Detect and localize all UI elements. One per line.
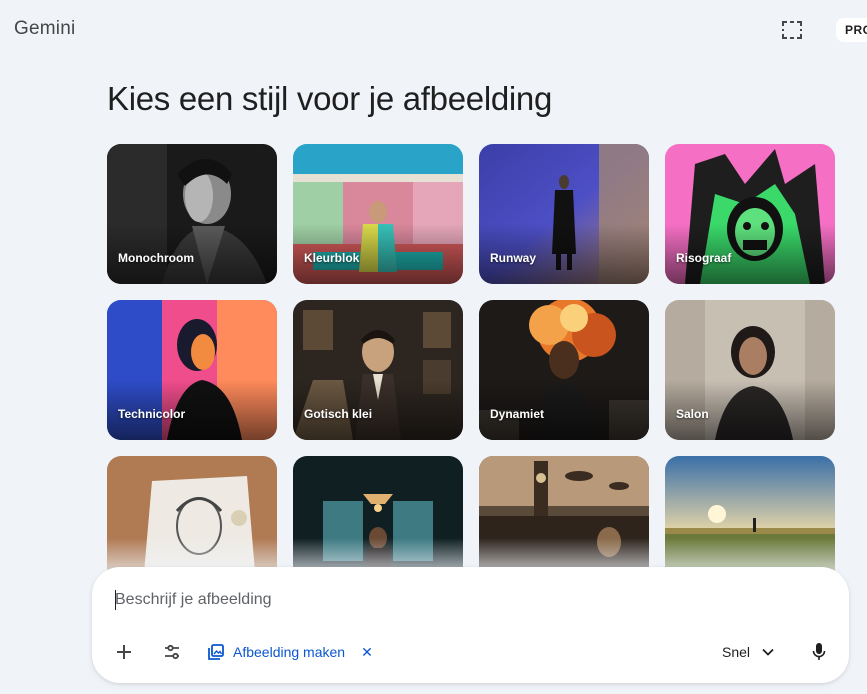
style-card-label: Dynamiet bbox=[490, 407, 545, 421]
style-card-runway[interactable]: Runway bbox=[479, 144, 649, 284]
style-card-label: Kleurblok bbox=[304, 251, 360, 265]
style-card-gotisch-klei[interactable]: Gotisch klei bbox=[293, 300, 463, 440]
pro-badge[interactable]: PRO bbox=[836, 18, 867, 42]
page-title: Kies een stijl voor je afbeelding bbox=[107, 80, 553, 117]
mode-label: Snel bbox=[722, 644, 751, 660]
style-card-label: Risograaf bbox=[676, 251, 732, 265]
mode-selector[interactable]: Snel bbox=[722, 638, 774, 666]
image-add-icon bbox=[208, 644, 224, 660]
image-tool-label: Afbeelding maken bbox=[233, 644, 346, 660]
style-card-salon[interactable]: Salon bbox=[665, 300, 835, 440]
style-card-label: Technicolor bbox=[118, 407, 186, 421]
add-button[interactable] bbox=[110, 638, 138, 666]
style-card-risograaf[interactable]: Risograaf bbox=[665, 144, 835, 284]
microphone-icon bbox=[812, 643, 826, 660]
gemini-app: Gemini PRO Kies een stijl voor je afbeel… bbox=[0, 0, 867, 694]
text-caret bbox=[115, 590, 116, 610]
style-card-dynamiet[interactable]: Dynamiet bbox=[479, 300, 649, 440]
style-card-technicolor[interactable]: Technicolor bbox=[107, 300, 277, 440]
app-brand[interactable]: Gemini bbox=[14, 18, 75, 40]
microphone-button[interactable] bbox=[805, 638, 833, 666]
plus-icon bbox=[117, 645, 131, 659]
chevron-down-icon bbox=[762, 648, 774, 656]
tune-icon bbox=[165, 644, 179, 660]
style-card-label: Salon bbox=[676, 407, 709, 421]
style-card-label: Monochroom bbox=[118, 251, 194, 265]
tools-button[interactable] bbox=[158, 638, 186, 666]
prompt-input[interactable] bbox=[115, 588, 815, 612]
close-icon[interactable]: ✕ bbox=[361, 644, 373, 661]
style-card-kleurblok[interactable]: Kleurblok bbox=[293, 144, 463, 284]
style-card-label: Runway bbox=[490, 251, 537, 265]
style-card-monochroom[interactable]: Monochroom bbox=[107, 144, 277, 284]
prompt-composer: Afbeelding maken ✕ Snel bbox=[92, 567, 849, 683]
style-card-label: Gotisch klei bbox=[304, 407, 373, 421]
image-tool-chip[interactable]: Afbeelding maken ✕ bbox=[207, 638, 373, 666]
screenshot-select-icon[interactable] bbox=[781, 20, 803, 40]
